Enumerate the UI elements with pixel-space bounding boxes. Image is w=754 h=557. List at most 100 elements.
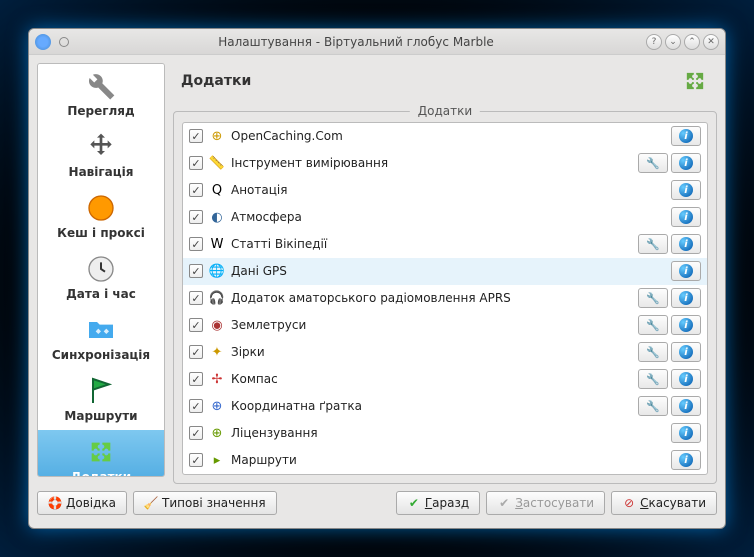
wrench-icon: 🔧 bbox=[646, 238, 660, 251]
apply-icon: ✔ bbox=[497, 496, 511, 510]
plugin-checkbox[interactable]: ✓ bbox=[189, 237, 203, 251]
info-button[interactable]: i bbox=[671, 207, 701, 227]
sidebar-item-5[interactable]: Маршрути bbox=[38, 369, 164, 430]
plugin-row[interactable]: ✓⊕Координатна ґратка🔧i bbox=[183, 393, 707, 420]
info-icon: i bbox=[679, 183, 693, 197]
sidebar-item-label: Додатки bbox=[71, 470, 131, 477]
sidebar-item-3[interactable]: Дата і час bbox=[38, 247, 164, 308]
plugin-checkbox[interactable]: ✓ bbox=[189, 453, 203, 467]
info-button[interactable]: i bbox=[671, 126, 701, 146]
plugin-checkbox[interactable]: ✓ bbox=[189, 291, 203, 305]
plugin-icon: ◐ bbox=[209, 209, 225, 225]
plugin-checkbox[interactable]: ✓ bbox=[189, 264, 203, 278]
plugin-row[interactable]: ✓📏Інструмент вимірювання🔧i bbox=[183, 150, 707, 177]
plugin-row[interactable]: ✓◐Атмосфераi bbox=[183, 204, 707, 231]
plugin-checkbox[interactable]: ✓ bbox=[189, 183, 203, 197]
wrench-icon bbox=[85, 70, 117, 102]
wrench-icon: 🔧 bbox=[646, 292, 660, 305]
close-button[interactable]: ✕ bbox=[703, 34, 719, 50]
plugin-row[interactable]: ✓◉Землетруси🔧i bbox=[183, 312, 707, 339]
plugin-checkbox[interactable]: ✓ bbox=[189, 372, 203, 386]
plugin-row[interactable]: ✓QАнотаціяi bbox=[183, 177, 707, 204]
configure-button[interactable]: 🔧 bbox=[638, 234, 668, 254]
info-button[interactable]: i bbox=[671, 369, 701, 389]
info-button[interactable]: i bbox=[671, 450, 701, 470]
plugin-row[interactable]: ✓▸Маршрутиi bbox=[183, 447, 707, 474]
apply-button[interactable]: ✔ Застосувати bbox=[486, 491, 605, 515]
plugins-groupbox: Додатки ✓⊕OpenCaching.Comi✓📏Інструмент в… bbox=[173, 111, 717, 484]
sidebar-item-1[interactable]: Навігація bbox=[38, 125, 164, 186]
plugin-icon: 🎧 bbox=[209, 290, 225, 306]
titlebar: Налаштування - Віртуальний глобус Marble… bbox=[29, 29, 725, 55]
plugin-icon: ✦ bbox=[209, 344, 225, 360]
info-button[interactable]: i bbox=[671, 396, 701, 416]
sidebar-item-2[interactable]: Кеш і проксі bbox=[38, 186, 164, 247]
category-sidebar: ПереглядНавігація Кеш і проксі Дата і часС… bbox=[37, 63, 165, 477]
sidebar-item-0[interactable]: Перегляд bbox=[38, 64, 164, 125]
plugin-icon: ⊕ bbox=[209, 128, 225, 144]
defaults-button[interactable]: 🧹 Типові значення bbox=[133, 491, 277, 515]
ok-button[interactable]: ✔ Гаразд bbox=[396, 491, 480, 515]
plugin-label: OpenCaching.Com bbox=[231, 129, 671, 143]
info-icon: i bbox=[679, 345, 693, 359]
info-button[interactable]: i bbox=[671, 288, 701, 308]
wrench-icon: 🔧 bbox=[646, 346, 660, 359]
maximize-button[interactable]: ⌃ bbox=[684, 34, 700, 50]
plugin-row[interactable]: ✓WСтатті Вікіпедії🔧i bbox=[183, 231, 707, 258]
configure-button[interactable]: 🔧 bbox=[638, 396, 668, 416]
sidebar-item-label: Кеш і проксі bbox=[57, 226, 145, 240]
wrench-icon: 🔧 bbox=[646, 319, 660, 332]
plugin-row[interactable]: ✓ ✢ Компас 🔧 i bbox=[183, 366, 707, 393]
plugin-row[interactable]: ✓ ⊕ OpenCaching.Comi bbox=[183, 123, 707, 150]
info-button[interactable]: i bbox=[671, 234, 701, 254]
plugin-icon: 📏 bbox=[209, 155, 225, 171]
info-button[interactable]: i bbox=[671, 315, 701, 335]
plugin-checkbox[interactable]: ✓ bbox=[189, 210, 203, 224]
minimize-button[interactable]: ⌄ bbox=[665, 34, 681, 50]
plugin-row[interactable]: ✓ 🎧 Додаток аматорського радіомовлення APR… bbox=[183, 285, 707, 312]
configure-button[interactable]: 🔧 bbox=[638, 342, 668, 362]
plugin-icon: ▸ bbox=[209, 452, 225, 468]
cancel-button-label: Скасувати bbox=[640, 496, 706, 510]
puzzle-icon bbox=[681, 67, 709, 95]
pin-icon[interactable] bbox=[59, 37, 69, 47]
page-title: Додатки bbox=[181, 73, 681, 89]
configure-button[interactable]: 🔧 bbox=[638, 315, 668, 335]
configure-button[interactable]: 🔧 bbox=[638, 153, 668, 173]
plugin-checkbox[interactable]: ✓ bbox=[189, 399, 203, 413]
sidebar-item-4[interactable]: Синхронізація bbox=[38, 308, 164, 369]
cancel-button[interactable]: ⊘ Скасувати bbox=[611, 491, 717, 515]
plugin-checkbox[interactable]: ✓ bbox=[189, 426, 203, 440]
info-button[interactable]: i bbox=[671, 153, 701, 173]
help-titlebar-button[interactable]: ? bbox=[646, 34, 662, 50]
plugin-label: Компас bbox=[231, 372, 638, 386]
plugin-checkbox[interactable]: ✓ bbox=[189, 345, 203, 359]
plugin-row[interactable]: ✓✦Зірки🔧i bbox=[183, 339, 707, 366]
sidebar-item-6[interactable]: Додатки bbox=[38, 430, 164, 477]
plugin-checkbox[interactable]: ✓ bbox=[189, 318, 203, 332]
plugin-row[interactable]: ✓🌐Дані GPSi bbox=[183, 258, 707, 285]
wrench-icon: 🔧 bbox=[646, 157, 660, 170]
flag-icon bbox=[85, 375, 117, 407]
plugin-icon: ⊕ bbox=[209, 425, 225, 441]
plugin-list[interactable]: ✓⊕OpenCaching.Comi✓📏Інструмент вимірюван… bbox=[182, 122, 708, 475]
button-bar: 🛟 Довідка 🧹 Типові значення ✔ Гаразд ✔ З… bbox=[29, 485, 725, 521]
info-button[interactable]: i bbox=[671, 180, 701, 200]
info-button[interactable]: i bbox=[671, 423, 701, 443]
plugin-icon: ✢ bbox=[209, 371, 225, 387]
plugin-label: Додаток аматорського радіомовлення APRS bbox=[231, 291, 638, 305]
plugin-checkbox[interactable]: ✓ bbox=[189, 156, 203, 170]
puzzle-icon bbox=[85, 436, 117, 468]
folder-icon bbox=[85, 314, 117, 346]
info-button[interactable]: i bbox=[671, 342, 701, 362]
plugin-checkbox[interactable]: ✓ bbox=[189, 129, 203, 143]
wrench-icon: 🔧 bbox=[646, 400, 660, 413]
wrench-icon: 🔧 bbox=[646, 373, 660, 386]
info-button[interactable]: i bbox=[671, 261, 701, 281]
plugin-row[interactable]: ✓⊕Ліцензуванняi bbox=[183, 420, 707, 447]
configure-button[interactable]: 🔧 bbox=[638, 288, 668, 308]
info-icon: i bbox=[679, 210, 693, 224]
plugin-label: Землетруси bbox=[231, 318, 638, 332]
configure-button[interactable]: 🔧 bbox=[638, 369, 668, 389]
help-button[interactable]: 🛟 Довідка bbox=[37, 491, 127, 515]
